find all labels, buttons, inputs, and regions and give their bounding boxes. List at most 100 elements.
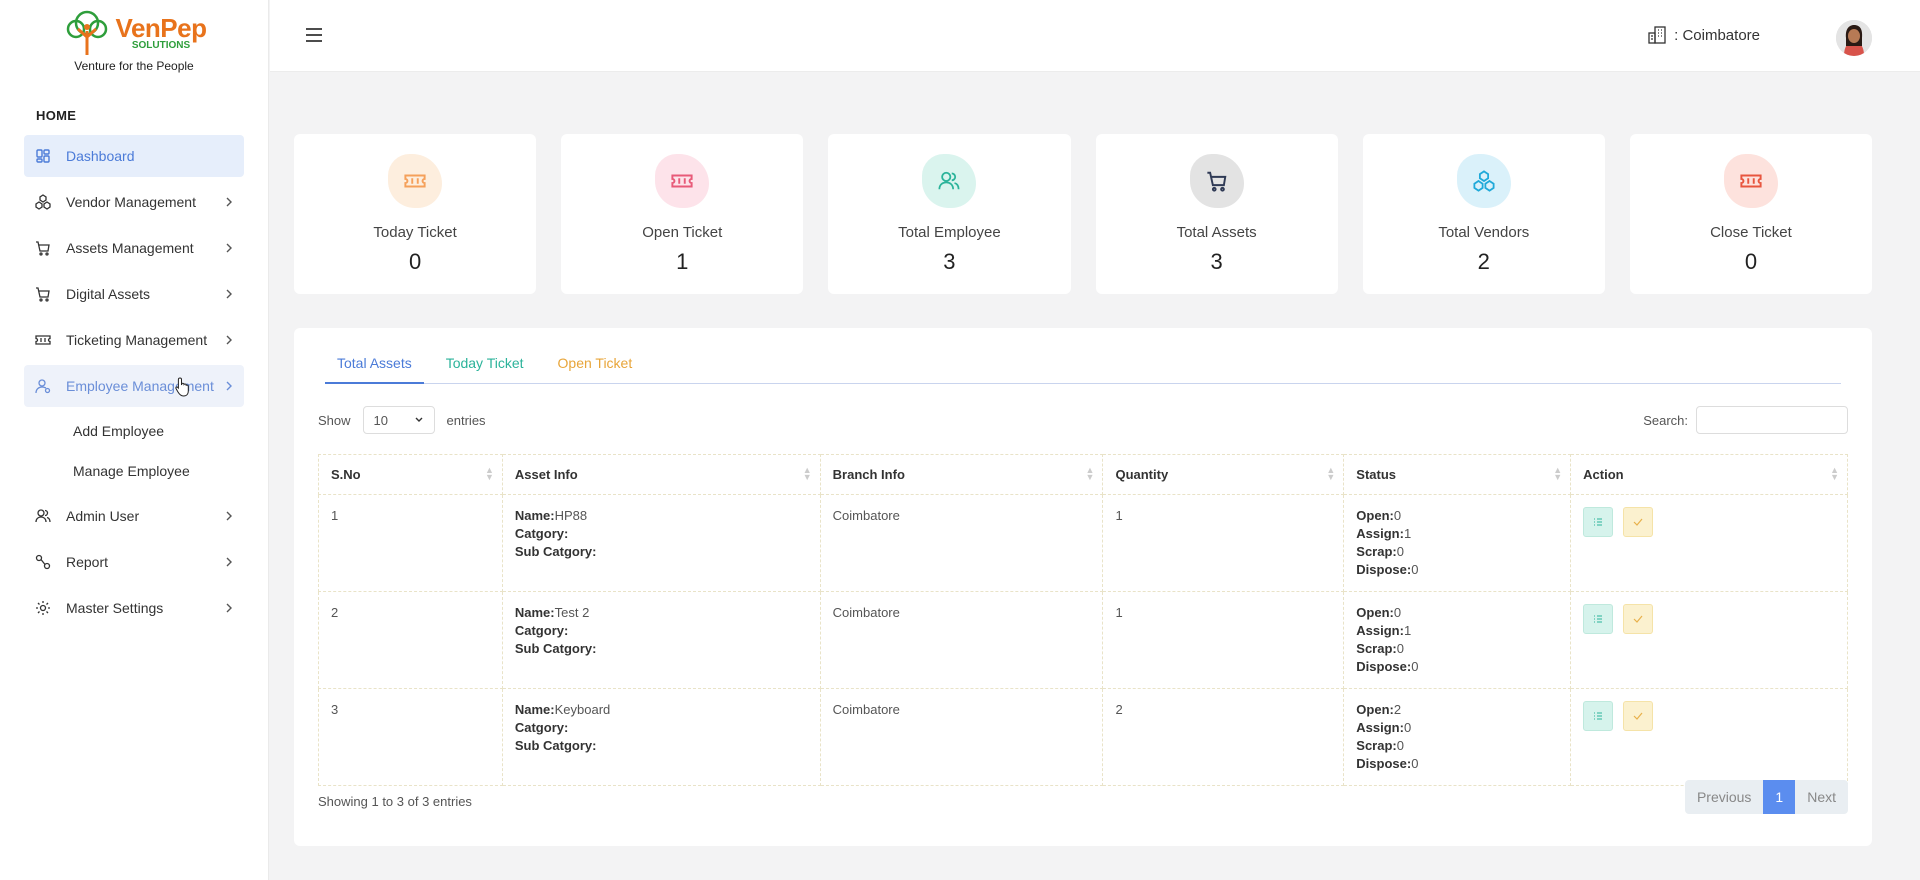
column-header[interactable]: Asset Info ▲ ▼ <box>501 454 821 495</box>
card-open-ticket[interactable]: Open Ticket 1 <box>561 134 804 294</box>
sort-icon: ▲ ▼ <box>802 465 812 482</box>
assign-label: Assign: <box>1356 623 1404 638</box>
page-1-button[interactable]: 1 <box>1763 780 1796 814</box>
show-label: Show <box>318 412 351 428</box>
cell-asset-info: Name:HP88 Catgory: Sub Catgory: <box>501 494 821 592</box>
cell-status: Open:0 Assign:1 Scrap:0 Dispose:0 <box>1343 591 1572 689</box>
cart-icon <box>34 285 52 303</box>
open-value: 0 <box>1393 508 1402 523</box>
card-value: 0 <box>408 249 422 274</box>
tab-bar: Total Assets Today Ticket Open Ticket <box>325 352 1841 384</box>
view-button[interactable] <box>1583 604 1614 634</box>
brand-name: VenPep <box>115 13 207 43</box>
card-close-ticket[interactable]: Close Ticket 0 <box>1629 134 1873 294</box>
sidebar-item-label: Dashboard <box>66 148 135 164</box>
branch-selector[interactable]: : Coimbatore <box>1648 26 1760 44</box>
sidebar-item-label: Ticketing Management <box>66 332 208 348</box>
column-header[interactable]: Quantity ▲ ▼ <box>1102 454 1345 495</box>
cell-branch: Coimbatore <box>819 591 1104 689</box>
chevron-right-icon <box>226 603 232 613</box>
scrap-value: 0 <box>1396 641 1404 656</box>
scrap-value: 0 <box>1396 544 1404 559</box>
card-total-employee[interactable]: Total Employee 3 <box>828 134 1071 294</box>
sidebar-item-ticketing-management[interactable]: Ticketing Management <box>24 319 244 361</box>
hand-cursor-icon <box>175 377 189 397</box>
tab-total-assets[interactable]: Total Assets <box>325 352 424 384</box>
ticket-icon <box>34 331 52 349</box>
chevron-right-icon <box>226 381 232 391</box>
dispose-value: 0 <box>1411 562 1419 577</box>
sidebar-item-dashboard[interactable]: Dashboard <box>24 135 244 177</box>
cell-status: Open:2 Assign:0 Scrap:0 Dispose:0 <box>1343 688 1572 786</box>
approve-button[interactable] <box>1623 701 1654 731</box>
sort-icon: ▲ ▼ <box>1326 465 1336 482</box>
column-header[interactable]: Action ▲ ▼ <box>1570 454 1848 495</box>
open-value: 2 <box>1393 702 1402 717</box>
sidebar-item-assets-management[interactable]: Assets Management <box>24 227 244 269</box>
sidebar-subitem-add-employee[interactable]: Add Employee <box>0 411 268 451</box>
home-section-label: HOME <box>36 108 77 123</box>
cell-sno: 3 <box>318 688 503 786</box>
sidebar-item-digital-assets[interactable]: Digital Assets <box>24 273 244 315</box>
list-icon <box>1594 712 1603 720</box>
entries-select[interactable]: 10 <box>362 406 435 434</box>
cart-icon <box>34 239 52 257</box>
tab-open-ticket[interactable]: Open Ticket <box>546 352 645 384</box>
assign-value: 1 <box>1403 623 1412 638</box>
card-value: 1 <box>676 249 689 274</box>
open-label: Open: <box>1356 508 1394 523</box>
scrap-label: Scrap: <box>1356 738 1397 753</box>
sidebar-item-admin-user[interactable]: Admin User <box>24 495 244 537</box>
sidebar-item-report[interactable]: Report <box>24 541 244 583</box>
cell-quantity: 1 <box>1102 494 1345 592</box>
next-button[interactable]: Next <box>1795 780 1848 814</box>
column-header-label: Action <box>1583 467 1624 482</box>
assets-panel: Total Assets Today Ticket Open Ticket Sh… <box>294 328 1872 846</box>
search-label: Search: <box>1643 412 1688 428</box>
sub-category-label: Sub Catgory: <box>514 738 597 753</box>
gear-icon <box>34 599 52 617</box>
table-header-row: S.No ▲ ▼ Asset Info ▲ ▼ Branch Info ▲ ▼ Quanti… <box>318 454 1848 495</box>
card-value: 3 <box>1210 249 1223 274</box>
sidebar-item-vendor-management[interactable]: Vendor Management <box>24 181 244 223</box>
view-button[interactable] <box>1583 701 1614 731</box>
cell-sno: 1 <box>318 494 503 592</box>
card-label: Total Employee <box>898 224 1001 241</box>
asset-name: Test 2 <box>554 605 590 620</box>
users-icon <box>34 507 52 525</box>
card-total-vendors[interactable]: Total Vendors 2 <box>1362 134 1605 294</box>
search-input[interactable] <box>1696 406 1848 434</box>
sidebar-subitem-manage-employee[interactable]: Manage Employee <box>0 451 268 491</box>
sub-category-label: Sub Catgory: <box>514 544 597 559</box>
avatar[interactable] <box>1836 20 1872 56</box>
approve-button[interactable] <box>1623 604 1654 634</box>
stats-cards: Today Ticket 0 Open Ticket 1 Total Emplo… <box>294 134 1873 294</box>
card-today-ticket[interactable]: Today Ticket 0 <box>294 134 537 294</box>
entries-label: entries <box>446 412 486 428</box>
column-header[interactable]: Status ▲ ▼ <box>1343 454 1572 495</box>
check-icon <box>1633 615 1643 623</box>
dispose-value: 0 <box>1411 756 1419 771</box>
sidebar-item-master-settings[interactable]: Master Settings <box>24 587 244 629</box>
logo[interactable]: VenPep SOLUTIONS Venture for the People <box>0 0 268 78</box>
column-header[interactable]: Branch Info ▲ ▼ <box>819 454 1104 495</box>
card-value: 0 <box>1744 249 1758 274</box>
previous-button[interactable]: Previous <box>1684 780 1764 814</box>
open-label: Open: <box>1356 702 1394 717</box>
dashboard-icon <box>34 147 52 165</box>
menu-toggle-icon[interactable] <box>305 28 323 42</box>
column-header[interactable]: S.No ▲ ▼ <box>318 454 503 495</box>
users-icon <box>922 154 977 208</box>
sidebar-item-label: Vendor Management <box>66 194 196 210</box>
view-button[interactable] <box>1583 507 1614 537</box>
card-label: Today Ticket <box>373 224 457 241</box>
sidebar-item-employee-management[interactable]: Employee Management <box>24 365 244 407</box>
card-total-assets[interactable]: Total Assets 3 <box>1095 134 1338 294</box>
approve-button[interactable] <box>1623 507 1654 537</box>
tab-today-ticket[interactable]: Today Ticket <box>434 352 536 384</box>
table-row: 1 Name:HP88 Catgory: Sub Catgory: Coimba… <box>318 494 1848 592</box>
name-label: Name: <box>514 702 555 717</box>
ticket-icon <box>655 154 710 208</box>
scrap-label: Scrap: <box>1356 641 1397 656</box>
dispose-label: Dispose: <box>1356 756 1412 771</box>
